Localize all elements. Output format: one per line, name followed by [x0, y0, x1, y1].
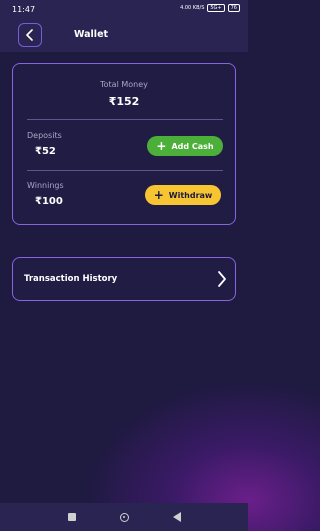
total-money-value: ₹152 — [108, 95, 140, 108]
transaction-history-button[interactable]: Transaction History — [12, 257, 236, 301]
plus-icon: + — [156, 139, 167, 153]
divider — [27, 170, 223, 171]
add-cash-button[interactable]: + Add Cash — [147, 136, 223, 156]
chevron-right-icon — [218, 271, 226, 287]
status-icons: 4.00 KB/S 5G+ 76 — [180, 4, 240, 12]
status-time: 11:47 — [12, 5, 36, 14]
status-bar: 11:47 4.00 KB/S 5G+ 76 — [0, 0, 248, 18]
withdraw-label: Withdraw — [168, 190, 213, 200]
transaction-history-label: Transaction History — [24, 274, 118, 284]
recent-apps-icon[interactable] — [67, 513, 76, 521]
deposits-label: Deposits — [27, 131, 62, 140]
system-nav-bar — [0, 503, 248, 531]
back-icon[interactable] — [172, 512, 181, 522]
withdraw-button[interactable]: + Withdraw — [145, 185, 221, 205]
deposits-value: ₹52 — [35, 146, 56, 157]
divider — [27, 119, 223, 120]
signal-icon: 5G+ — [207, 4, 225, 12]
battery-icon: 76 — [227, 4, 240, 12]
wallet-card: Total Money ₹152 Deposits ₹52 + Add Cash… — [12, 63, 236, 225]
total-money-label: Total Money — [100, 80, 148, 89]
winnings-value: ₹100 — [35, 196, 63, 207]
back-button[interactable] — [18, 23, 42, 47]
header: Wallet — [0, 18, 248, 52]
page-title: Wallet — [74, 29, 109, 40]
home-icon[interactable] — [119, 512, 129, 522]
network-speed: 4.00 KB/S — [180, 5, 205, 11]
plus-icon: + — [153, 188, 164, 202]
add-cash-label: Add Cash — [171, 141, 214, 151]
chevron-left-icon — [26, 29, 33, 41]
winnings-label: Winnings — [27, 181, 64, 190]
